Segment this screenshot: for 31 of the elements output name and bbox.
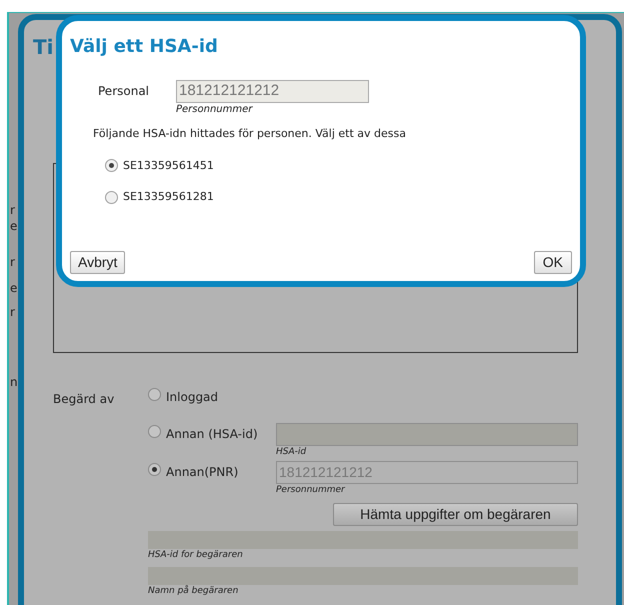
field-hint: HSA-id for begäraren bbox=[148, 549, 244, 562]
field-label: Personal bbox=[98, 83, 150, 100]
field-hint: HSA-id bbox=[276, 446, 308, 458]
field-label: Begärd av bbox=[53, 391, 116, 408]
ok-button[interactable]: OK bbox=[534, 251, 572, 274]
fetch-button[interactable]: Hämta uppgifter om begäraren bbox=[333, 503, 578, 526]
radio-button[interactable] bbox=[148, 388, 161, 401]
instruction-text: Följande HSA-idn hittades för personen. Välj ett av dessa bbox=[92, 126, 407, 142]
dialog-title: Ti bbox=[33, 37, 54, 57]
field-hint: Personnummer bbox=[276, 484, 346, 496]
radio-button[interactable] bbox=[148, 463, 161, 476]
radio-label: SE13359561451 bbox=[123, 158, 214, 174]
input-field[interactable] bbox=[276, 423, 578, 446]
field-hint: Namn på begäraren bbox=[148, 585, 240, 598]
cut-off-text: r bbox=[10, 203, 15, 217]
field-hint: Personnummer bbox=[176, 103, 254, 116]
radio-button[interactable] bbox=[105, 159, 118, 172]
radio-label: Annan(PNR) bbox=[166, 464, 238, 480]
cut-off-text: e bbox=[10, 281, 18, 295]
cancel-button[interactable]: Avbryt bbox=[70, 251, 126, 274]
cut-off-text: n bbox=[10, 375, 18, 389]
radio-label: Annan (HSA-id) bbox=[166, 426, 258, 442]
cut-off-text: e bbox=[10, 219, 18, 233]
input-field[interactable]: 181212121212 bbox=[176, 80, 369, 103]
radio-button[interactable] bbox=[148, 425, 161, 438]
radio-label: Inloggad bbox=[166, 389, 218, 405]
cut-off-text: r bbox=[10, 255, 15, 269]
cut-off-text: r bbox=[10, 305, 15, 319]
radio-label: SE13359561281 bbox=[123, 189, 214, 205]
radio-button[interactable] bbox=[105, 190, 118, 204]
dialog-title: Välj ett HSA-id bbox=[70, 35, 219, 59]
